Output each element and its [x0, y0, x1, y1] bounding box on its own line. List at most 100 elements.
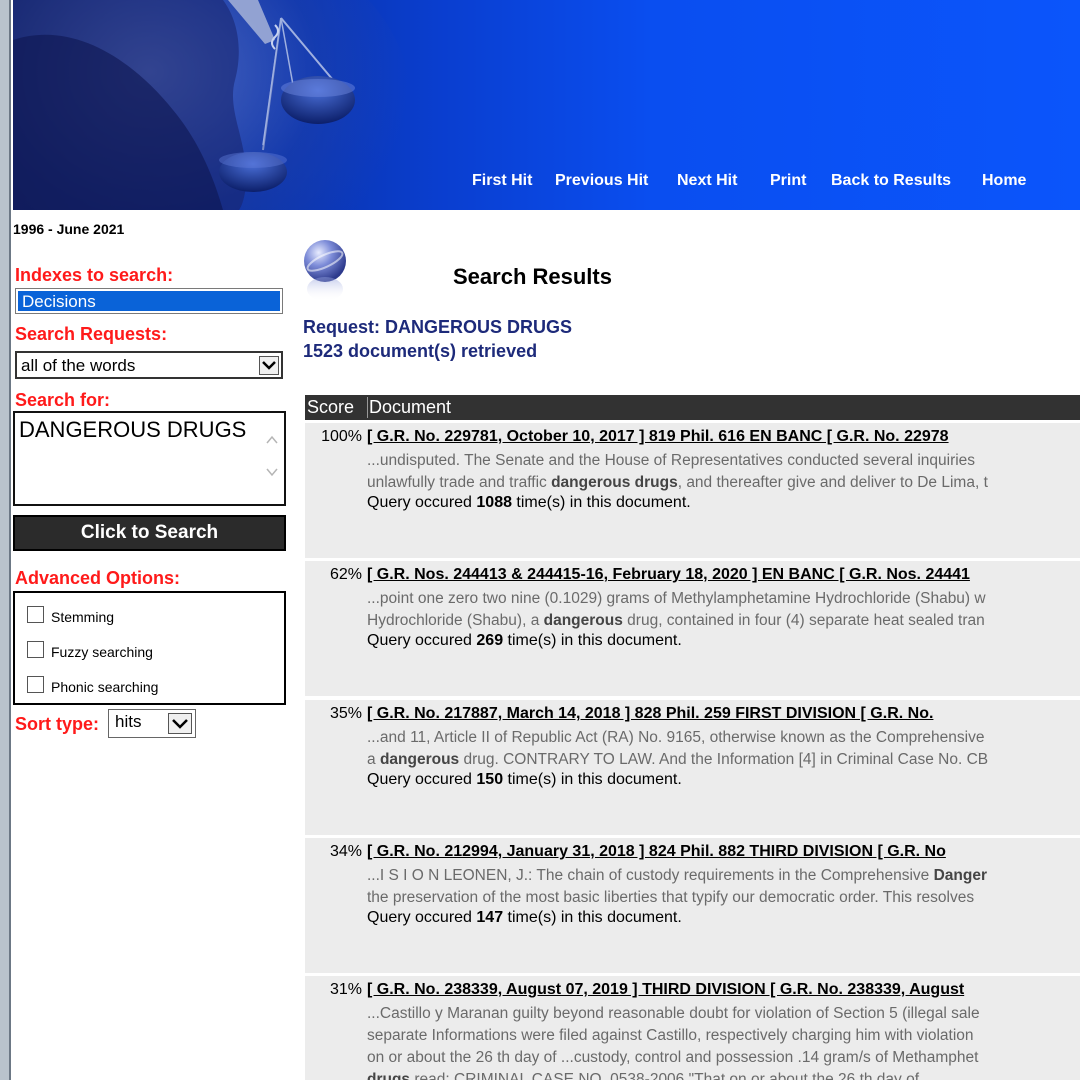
snippet-text: ...undisputed. The Senate and the House … [367, 452, 976, 469]
highlighted-term: dangerous drugs [551, 474, 678, 491]
occurrences-prefix: Query occured [367, 909, 477, 926]
highlighted-term: dangerous [543, 612, 623, 629]
home-link[interactable]: Home [982, 172, 1026, 190]
header-banner: First Hit Previous Hit Next Hit Print Ba… [13, 0, 1080, 210]
sort-type-value: hits [115, 712, 142, 731]
search-request-value: all of the words [21, 356, 136, 375]
page-title: Search Results [453, 264, 612, 289]
first-hit-link[interactable]: First Hit [472, 172, 532, 190]
result-score: 34% [329, 843, 362, 860]
result-score: 62% [329, 566, 362, 583]
result-title-link[interactable]: [ G.R. No. 238339, August 07, 2019 ] THI… [367, 981, 964, 999]
results-table-header: Score Document [305, 395, 1080, 420]
snippet-line: ...Castillo y Maranan guilty beyond reas… [367, 1003, 1080, 1025]
snippet-line: ...and 11, Article II of Republic Act (R… [367, 727, 1080, 749]
snippet-text: drug. CONTRARY TO LAW. And the Informati… [459, 751, 989, 768]
snippet-line: ...point one zero two nine (0.1029) gram… [367, 588, 1080, 610]
sort-type-select[interactable]: hits [108, 709, 196, 738]
occurrences-count: 269 [476, 632, 504, 649]
snippet-line: separate Informations were filed against… [367, 1025, 1080, 1047]
result-score: 100% [321, 428, 362, 445]
occurrences-prefix: Query occured [367, 632, 477, 649]
highlighted-term: drugs [367, 1071, 411, 1080]
coverage-years: 1996 - June 2021 [13, 221, 125, 237]
snippet-line: Hydrochloride (Shabu), a dangerous drug,… [367, 610, 1080, 632]
result-title-link[interactable]: [ G.R. No. 229781, October 10, 2017 ] 81… [367, 428, 949, 446]
occurrences-count: 150 [476, 771, 504, 788]
occurrences-prefix: Query occured [367, 771, 477, 788]
occurrences-suffix: time(s) in this document. [503, 632, 682, 649]
request-summary: Request: DANGEROUS DRUGS 1523 document(s… [303, 315, 572, 363]
back-to-results-link[interactable]: Back to Results [831, 172, 951, 190]
phonic-searching-checkbox[interactable] [27, 676, 44, 693]
occurrences-count: 147 [476, 909, 504, 926]
previous-hit-link[interactable]: Previous Hit [555, 172, 648, 190]
snippet-text: a [367, 751, 380, 768]
request-text: Request: DANGEROUS DRUGS [303, 317, 573, 337]
snippet-text: Hydrochloride (Shabu), a [367, 612, 544, 629]
result-occurrences: Query occured 1088 time(s) in this docum… [367, 494, 691, 512]
result-snippet: ...I S I O N LEONEN, J.: The chain of cu… [367, 865, 1080, 909]
result-score: 31% [329, 981, 362, 998]
snippet-text: read: CRIMINAL CASE NO. 0538-2006 "That … [410, 1071, 920, 1080]
advanced-options-label: Advanced Options: [15, 568, 181, 588]
textarea-scroll-arrows-icon[interactable] [264, 431, 280, 481]
result-score: 35% [329, 705, 362, 722]
sort-type-label: Sort type: [15, 714, 100, 734]
result-title-link[interactable]: [ G.R. No. 212994, January 31, 2018 ] 82… [367, 843, 946, 861]
result-row: 34% [ G.R. No. 212994, January 31, 2018 … [305, 838, 1080, 973]
highlighted-term: dangerous [379, 751, 460, 768]
stemming-checkbox[interactable] [27, 606, 44, 623]
print-link[interactable]: Print [770, 172, 806, 190]
search-requests-label: Search Requests: [15, 324, 168, 344]
snippet-text: ...point one zero two nine (0.1029) gram… [367, 590, 986, 607]
hit-navigation: First Hit Previous Hit Next Hit Print Ba… [13, 172, 1080, 196]
snippet-text: ...Castillo y Maranan guilty beyond reas… [367, 1005, 980, 1022]
indexes-label: Indexes to search: [15, 265, 174, 285]
advanced-options-box: Stemming Fuzzy searching Phonic searchin… [13, 591, 286, 705]
result-occurrences: Query occured 147 time(s) in this docume… [367, 909, 682, 927]
snippet-text: ...I S I O N LEONEN, J.: The chain of cu… [367, 867, 934, 884]
snippet-text: , and thereafter give and deliver to De … [677, 474, 988, 491]
index-listbox[interactable]: Decisions [15, 288, 283, 314]
result-snippet: ...Castillo y Maranan guilty beyond reas… [367, 1003, 1080, 1080]
snippet-line: a dangerous drug. CONTRARY TO LAW. And t… [367, 749, 1080, 771]
snippet-text: on or about the 26 th day of ...custody,… [367, 1049, 979, 1066]
search-for-label: Search for: [15, 390, 111, 410]
occurrences-suffix: time(s) in this document. [511, 494, 691, 511]
snippet-text: drug, contained in four (4) separate hea… [622, 612, 985, 629]
occurrences-suffix: time(s) in this document. [503, 771, 682, 788]
result-snippet: ...and 11, Article II of Republic Act (R… [367, 727, 1080, 771]
occurrences-count: 1088 [476, 494, 512, 511]
chevron-down-icon[interactable] [259, 356, 279, 375]
chevron-down-icon[interactable] [168, 713, 192, 734]
search-request-select[interactable]: all of the words [15, 351, 283, 379]
next-hit-link[interactable]: Next Hit [677, 172, 737, 190]
snippet-text: separate Informations were filed against… [367, 1027, 974, 1044]
click-to-search-button[interactable]: Click to Search [13, 515, 286, 551]
retrieved-count: 1523 document(s) retrieved [303, 341, 538, 361]
result-title-link[interactable]: [ G.R. Nos. 244413 & 244415-16, February… [367, 566, 970, 584]
index-option-selected[interactable]: Decisions [18, 291, 280, 311]
fuzzy-searching-checkbox[interactable] [27, 641, 44, 658]
highlighted-term: Danger [933, 867, 987, 884]
snippet-text: the preservation of the most basic liber… [367, 889, 975, 906]
snippet-text: ...and 11, Article II of Republic Act (R… [367, 729, 985, 746]
occurrences-prefix: Query occured [367, 494, 477, 511]
snippet-text: unlawfully trade and traffic [367, 474, 552, 491]
result-occurrences: Query occured 150 time(s) in this docume… [367, 771, 682, 789]
snippet-line: ...I S I O N LEONEN, J.: The chain of cu… [367, 865, 1080, 887]
search-results-globe-icon [304, 240, 346, 301]
phonic-searching-label: Phonic searching [51, 679, 159, 695]
result-occurrences: Query occured 269 time(s) in this docume… [367, 632, 682, 650]
search-for-textarea[interactable]: DANGEROUS DRUGS [13, 411, 286, 506]
snippet-line: ...undisputed. The Senate and the House … [367, 450, 1080, 472]
result-snippet: ...undisputed. The Senate and the House … [367, 450, 1080, 494]
snippet-line: drugs read: CRIMINAL CASE NO. 0538-2006 … [367, 1069, 1080, 1080]
result-row: 31% [ G.R. No. 238339, August 07, 2019 ]… [305, 976, 1080, 1080]
result-row: 35% [ G.R. No. 217887, March 14, 2018 ] … [305, 700, 1080, 835]
snippet-line: the preservation of the most basic liber… [367, 887, 1080, 909]
result-row: 100% [ G.R. No. 229781, October 10, 2017… [305, 423, 1080, 558]
result-title-link[interactable]: [ G.R. No. 217887, March 14, 2018 ] 828 … [367, 705, 933, 723]
occurrences-suffix: time(s) in this document. [503, 909, 682, 926]
